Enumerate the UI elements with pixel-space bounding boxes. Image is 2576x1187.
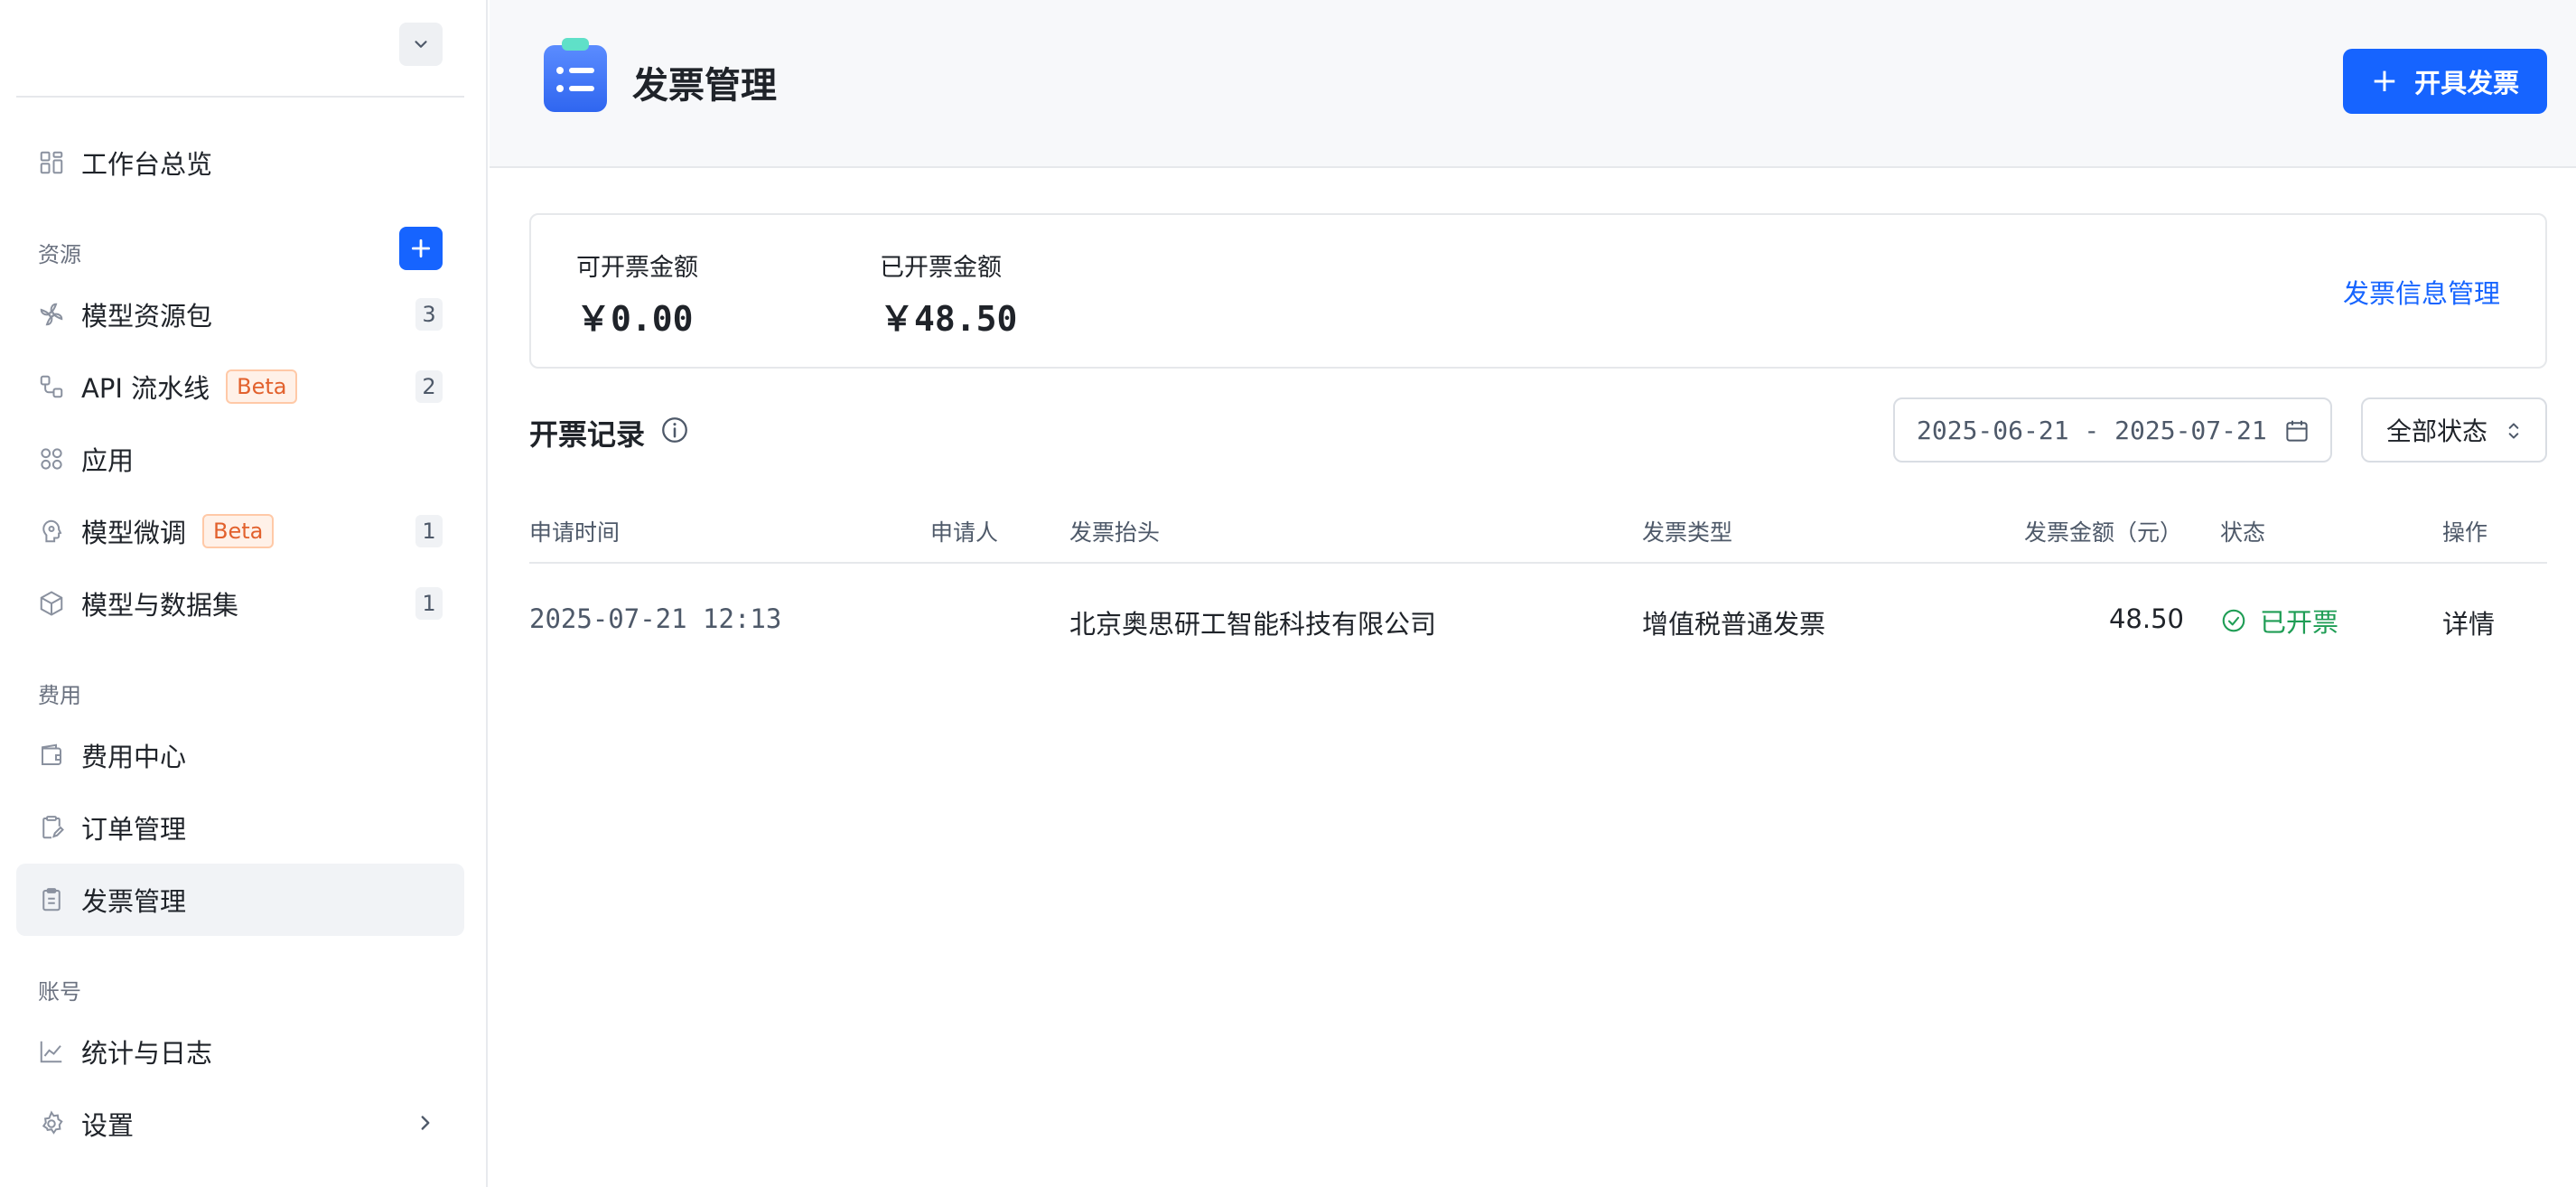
column-header-invoice-type: 发票类型	[1642, 519, 1733, 546]
fan-icon	[38, 301, 65, 328]
sidebar-item-api-pipeline[interactable]: API 流水线 Beta 2	[16, 350, 464, 423]
section-label-resources: 资源	[38, 242, 81, 267]
column-header-amount: 发票金额（元）	[2023, 519, 2182, 546]
column-header-status: 状态	[2220, 519, 2266, 546]
sidebar-item-orders[interactable]: 订单管理	[16, 791, 464, 864]
beta-badge: Beta	[226, 369, 298, 404]
status-filter-value: 全部状态	[2386, 416, 2488, 446]
cube-icon	[38, 590, 65, 617]
invoice-info-manage-link[interactable]: 发票信息管理	[2343, 273, 2500, 311]
chevron-right-icon	[421, 1116, 430, 1130]
dashboard-icon	[38, 149, 65, 176]
plus-icon: +	[2370, 62, 2399, 99]
sidebar-item-label: 模型微调	[81, 518, 187, 548]
sidebar-item-models-datasets[interactable]: 模型与数据集 1	[16, 567, 464, 640]
row-status-label: 已开票	[2260, 607, 2339, 638]
sidebar-item-label: 订单管理	[81, 814, 187, 845]
date-range-picker[interactable]: 2025-06-21 - 2025-07-21	[1893, 397, 2332, 463]
sidebar-item-settings[interactable]: 设置	[16, 1088, 464, 1160]
sidebar-item-fine-tuning[interactable]: 模型微调 Beta 1	[16, 495, 464, 567]
sidebar-item-label: 统计与日志	[81, 1038, 213, 1069]
plus-icon	[411, 238, 431, 258]
sidebar-item-label: 应用	[81, 445, 135, 476]
status-filter-select[interactable]: 全部状态	[2361, 397, 2547, 463]
column-header-action: 操作	[2442, 519, 2488, 546]
calendar-icon	[2286, 420, 2308, 442]
issued-amount-label: 已开票金额	[880, 254, 1002, 282]
count-badge: 3	[415, 298, 443, 331]
invoice-summary-card: 可开票金额 ￥0.00 已开票金额 ￥48.50 发票信息管理	[529, 213, 2547, 369]
sidebar-item-label: 模型与数据集	[81, 590, 239, 621]
sidebar-item-model-packages[interactable]: 模型资源包 3	[16, 278, 464, 350]
issue-invoice-button[interactable]: + 开具发票	[2343, 49, 2547, 114]
sidebar-item-invoices[interactable]: 发票管理	[16, 864, 464, 936]
page-header: 发票管理 + 开具发票	[490, 0, 2576, 168]
clipboard-icon	[38, 886, 65, 913]
page-title: 发票管理	[632, 65, 777, 107]
sidebar-item-stats-logs[interactable]: 统计与日志	[16, 1015, 464, 1088]
section-label-account: 账号	[38, 979, 81, 1005]
sidebar-item-label: 工作台总览	[81, 149, 213, 180]
row-details-link[interactable]: 详情	[2442, 603, 2495, 641]
issue-invoice-label: 开具发票	[2414, 68, 2520, 98]
column-header-invoice-title: 发票抬头	[1069, 519, 1161, 546]
sidebar-item-label: API 流水线	[81, 373, 210, 404]
info-icon[interactable]	[659, 415, 690, 445]
table-header-divider	[529, 562, 2547, 564]
row-time: 2025-07-21 12:13	[529, 603, 782, 634]
section-label-billing: 费用	[38, 683, 81, 708]
sidebar-item-label: 发票管理	[81, 886, 187, 917]
workflow-icon	[38, 373, 65, 400]
sidebar-item-label: 设置	[81, 1110, 135, 1141]
beta-badge: Beta	[202, 514, 275, 548]
available-amount-value: ￥0.00	[576, 299, 694, 339]
sidebar-item-billing-center[interactable]: 费用中心	[16, 719, 464, 791]
available-amount-label: 可开票金额	[576, 254, 698, 282]
edit-document-icon	[38, 814, 65, 841]
sidebar-item-label: 模型资源包	[81, 301, 213, 332]
add-resource-button[interactable]	[399, 227, 443, 270]
records-title: 开票记录	[529, 417, 646, 452]
brain-icon	[38, 518, 65, 545]
sidebar-divider	[16, 96, 464, 98]
column-header-time: 申请时间	[529, 519, 621, 546]
check-circle-icon	[2222, 609, 2245, 632]
sort-updown-icon	[2508, 423, 2519, 439]
date-range-value: 2025-06-21 - 2025-07-21	[1917, 415, 2267, 445]
column-header-applicant: 申请人	[930, 519, 999, 546]
collapse-button[interactable]	[399, 23, 443, 66]
line-chart-icon	[38, 1038, 65, 1065]
wallet-icon	[38, 742, 65, 769]
issued-amount-value: ￥48.50	[880, 299, 1018, 339]
gear-icon	[38, 1110, 65, 1137]
count-badge: 1	[415, 587, 443, 620]
count-badge: 2	[415, 370, 443, 403]
chevron-down-icon	[415, 41, 427, 48]
sidebar: 工作台总览 资源 模型资源包 3 API 流水线 Beta 2 应用 模型微调 …	[0, 0, 488, 1187]
sidebar-item-overview[interactable]: 工作台总览	[16, 126, 464, 199]
row-status: 已开票	[2220, 602, 2338, 640]
count-badge: 1	[415, 515, 443, 547]
sidebar-item-label: 费用中心	[81, 742, 187, 772]
row-amount: 48.50	[2108, 603, 2184, 634]
sidebar-item-apps[interactable]: 应用	[16, 423, 464, 495]
row-invoice-title: 北京奥思研工智能科技有限公司	[1069, 609, 1437, 640]
apps-icon	[38, 445, 65, 472]
row-invoice-type: 增值税普通发票	[1642, 609, 1826, 640]
invoice-clipboard-icon	[544, 38, 607, 112]
